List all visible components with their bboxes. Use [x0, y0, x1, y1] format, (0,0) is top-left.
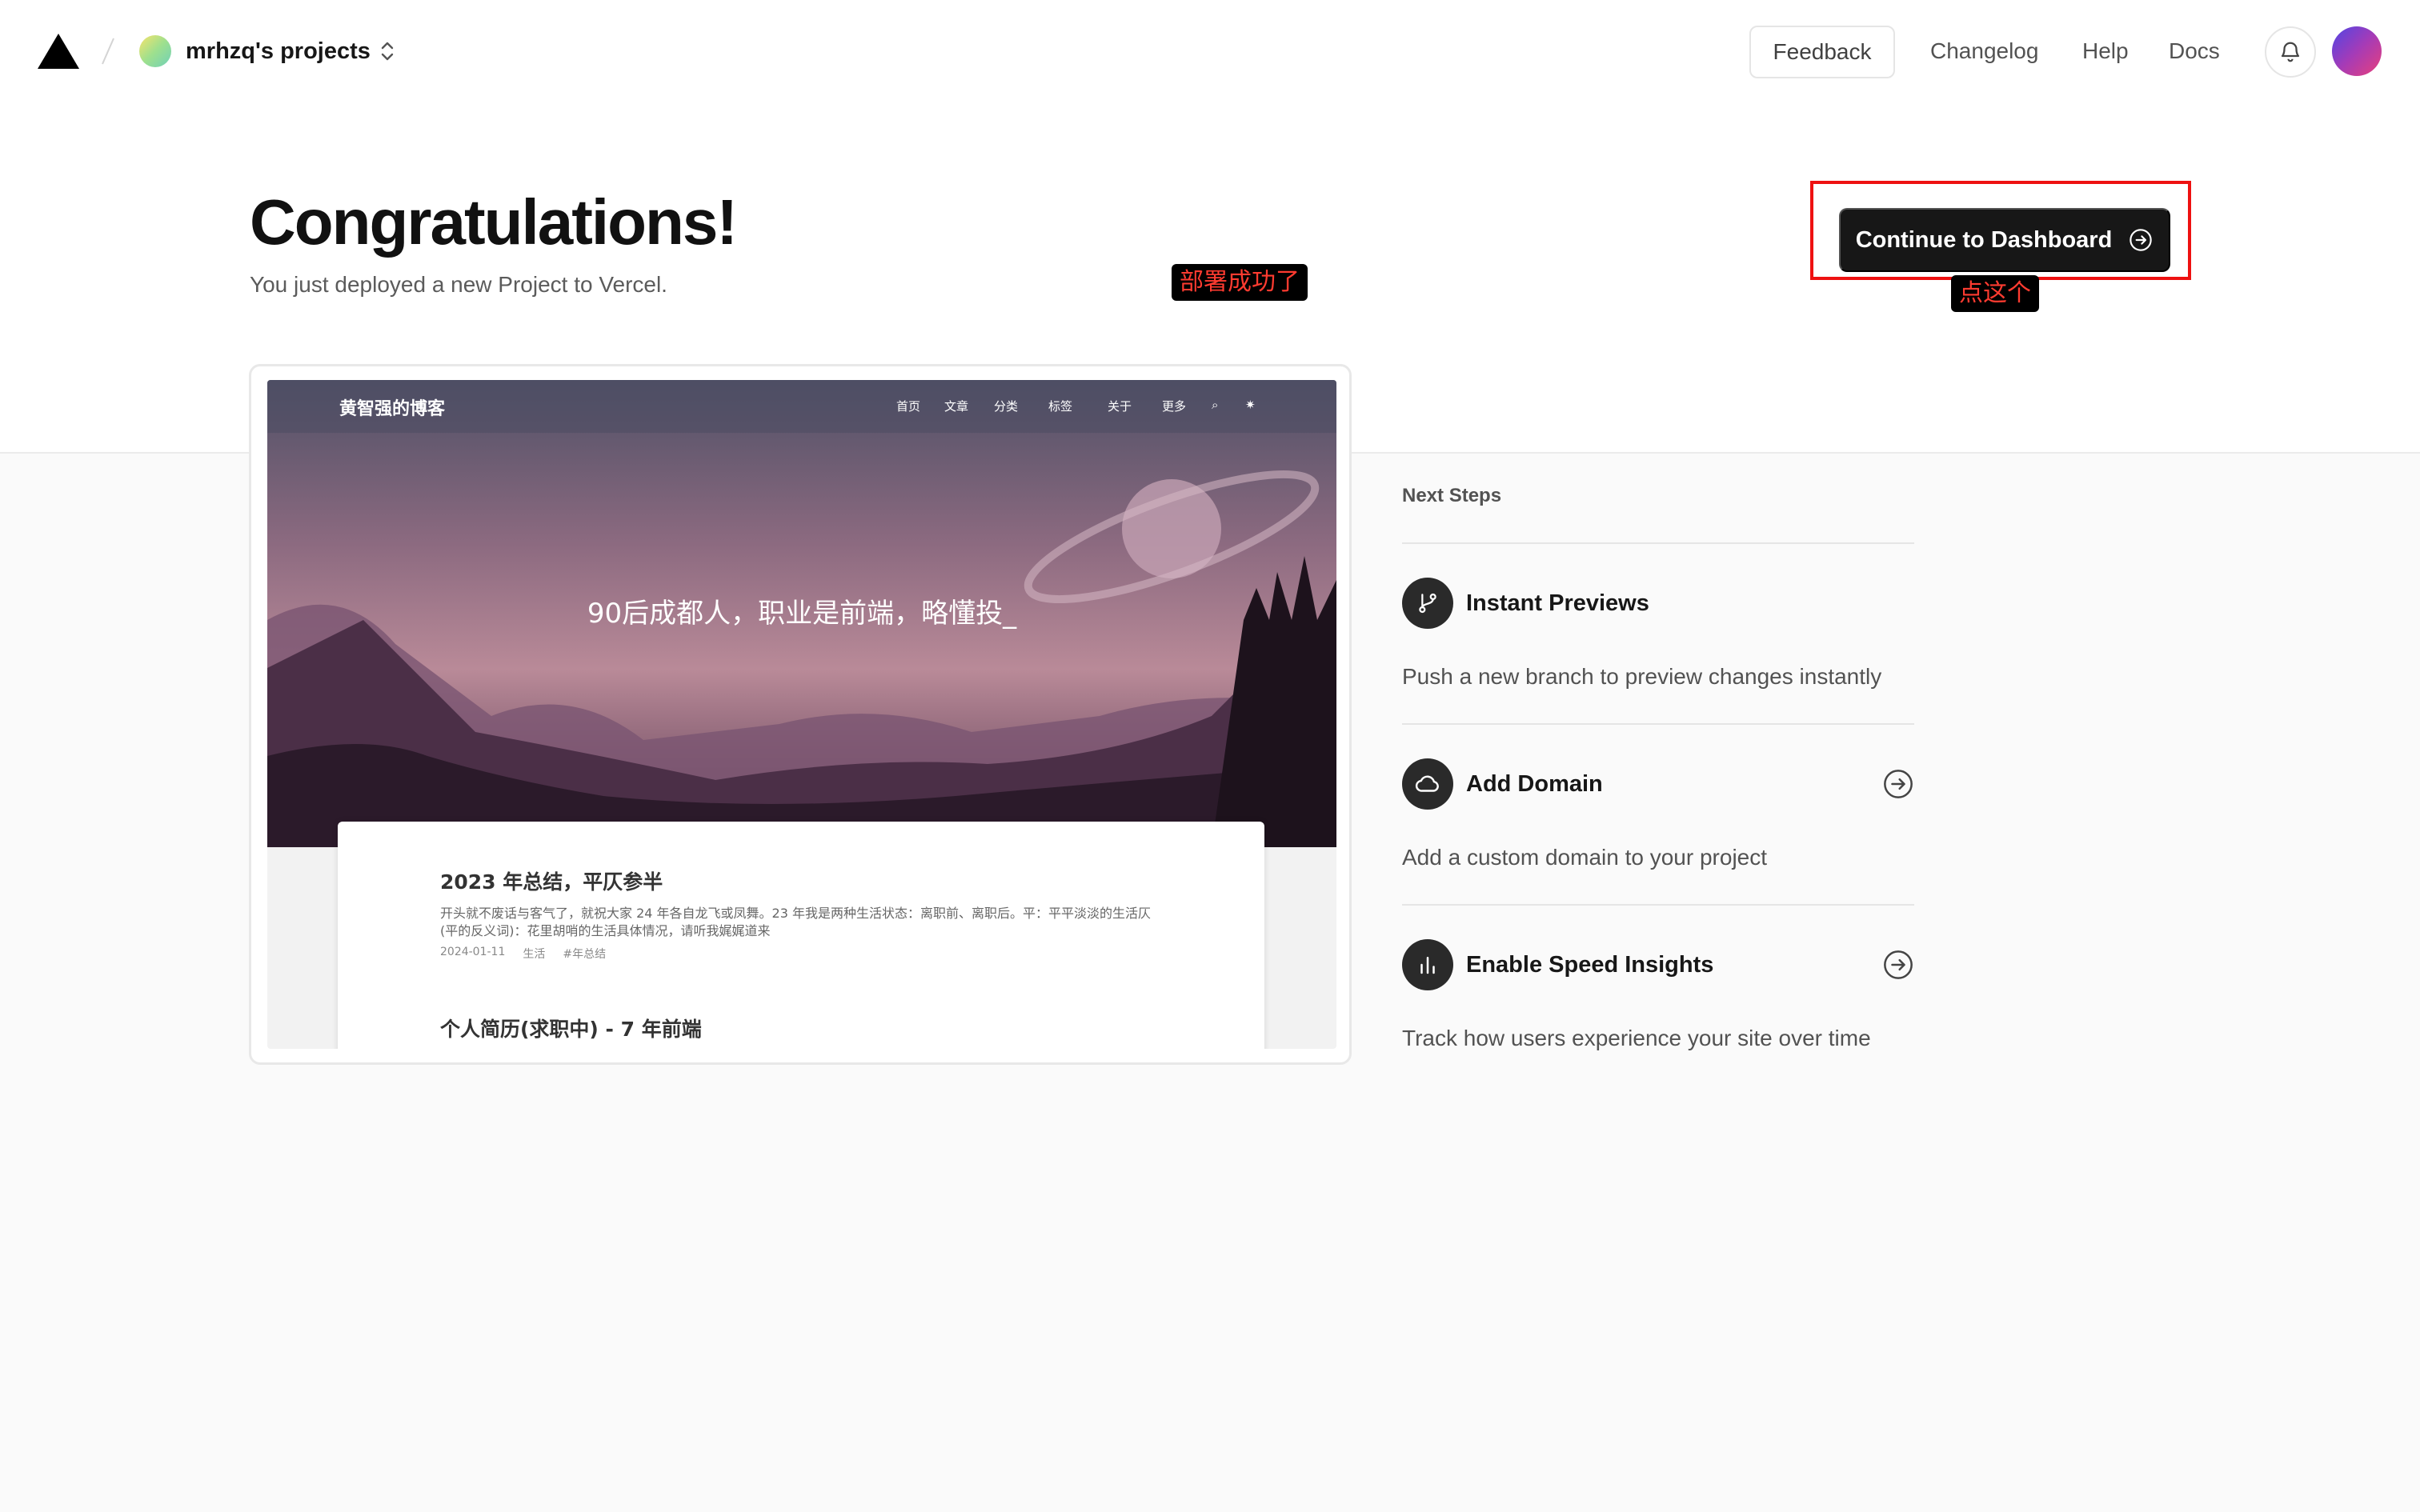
cloud-icon: [1415, 775, 1439, 792]
deployment-preview-card[interactable]: 黄智强的博客 首页 文章 分类 标签 关于 更多 ⌕ ✷ 90后成都人，职业是前…: [249, 364, 1352, 1065]
next-step-icon-badge: [1402, 939, 1453, 990]
next-step-title-add-domain[interactable]: Add Domain: [1466, 768, 1603, 800]
annotation-deploy-success: 部署成功了: [1172, 264, 1308, 301]
continue-to-dashboard-button[interactable]: Continue to Dashboard: [1839, 208, 2170, 272]
next-step-title-enable-speed-insights[interactable]: Enable Speed Insights: [1466, 949, 1713, 981]
blog-post-category: 生活: [523, 948, 546, 961]
deployment-screenshot[interactable]: 黄智强的博客 首页 文章 分类 标签 关于 更多 ⌕ ✷ 90后成都人，职业是前…: [267, 380, 1336, 1049]
blog-nav-item: 首页: [896, 399, 921, 414]
breadcrumb-separator-icon: [102, 38, 114, 65]
blog-theme-icon: ✷: [1245, 398, 1256, 412]
next-step-icon-badge: [1402, 578, 1453, 629]
blog-post-excerpt: 开头就不废话与客气了，就祝大家 24 年各自龙飞或凤舞。23 年我是两种生活状态…: [440, 906, 1151, 938]
blog-post-title: 个人简历(求职中) - 7 年前端: [440, 1018, 702, 1041]
nav-link-changelog[interactable]: Changelog: [1930, 35, 2038, 67]
user-avatar[interactable]: [2332, 26, 2382, 76]
blog-nav-item: 文章: [944, 399, 969, 414]
blog-slogan: 90后成都人，职业是前端，略懂投_: [587, 598, 1017, 630]
blog-search-icon: ⌕: [1212, 398, 1219, 412]
continue-to-dashboard-label: Continue to Dashboard: [1855, 226, 2113, 253]
annotation-click-this: 点这个: [1951, 275, 2039, 312]
blog-nav-item: 标签: [1048, 399, 1073, 414]
divider: [1402, 723, 1914, 725]
page-subtitle: You just deployed a new Project to Verce…: [250, 272, 667, 297]
nav-link-help[interactable]: Help: [2082, 35, 2129, 67]
blog-nav-item: 更多: [1162, 399, 1187, 414]
next-step-desc: Push a new branch to preview changes ins…: [1402, 664, 1882, 689]
nav-link-docs[interactable]: Docs: [2169, 35, 2220, 67]
team-name[interactable]: mrhzq's projects: [186, 35, 371, 67]
page-title: Congratulations!: [250, 186, 738, 258]
vercel-logo-icon[interactable]: [37, 32, 80, 70]
next-step-icon-badge: [1402, 758, 1453, 810]
next-step-desc: Add a custom domain to your project: [1402, 845, 1768, 870]
arrow-circle-right-icon: [2130, 229, 2153, 251]
blog-post-date: 2024-01-11: [440, 946, 506, 958]
blog-nav-item: 分类: [994, 399, 1019, 414]
git-branch-icon: [1419, 593, 1436, 614]
notifications-button[interactable]: [2265, 26, 2316, 78]
next-step-title-instant-previews[interactable]: Instant Previews: [1466, 587, 1649, 619]
blog-site-title: 黄智强的博客: [339, 399, 446, 419]
blog-post-title: 2023 年总结，平仄参半: [440, 870, 663, 894]
bell-icon: [2281, 42, 2300, 62]
blog-nav-item: 关于: [1108, 399, 1132, 414]
arrow-circle-right-icon[interactable]: [1882, 768, 1914, 800]
divider: [1402, 542, 1914, 544]
team-avatar[interactable]: [139, 35, 171, 67]
next-steps-heading: Next Steps: [1402, 485, 1502, 506]
bar-chart-icon: [1420, 957, 1435, 974]
next-step-desc: Track how users experience your site ove…: [1402, 1026, 1871, 1050]
blog-post-meta: 2024-01-11 生活 #年总结: [440, 946, 606, 962]
chevron-up-down-icon[interactable]: [376, 35, 399, 67]
blog-post-tag: #年总结: [563, 948, 607, 961]
blog-post-list: 2023 年总结，平仄参半 开头就不废话与客气了，就祝大家 24 年各自龙飞或凤…: [338, 822, 1264, 1049]
feedback-button[interactable]: Feedback: [1749, 26, 1895, 78]
top-navbar: mrhzq's projects Feedback Changelog Help…: [0, 0, 2420, 102]
arrow-circle-right-icon[interactable]: [1882, 949, 1914, 981]
divider: [1402, 904, 1914, 906]
